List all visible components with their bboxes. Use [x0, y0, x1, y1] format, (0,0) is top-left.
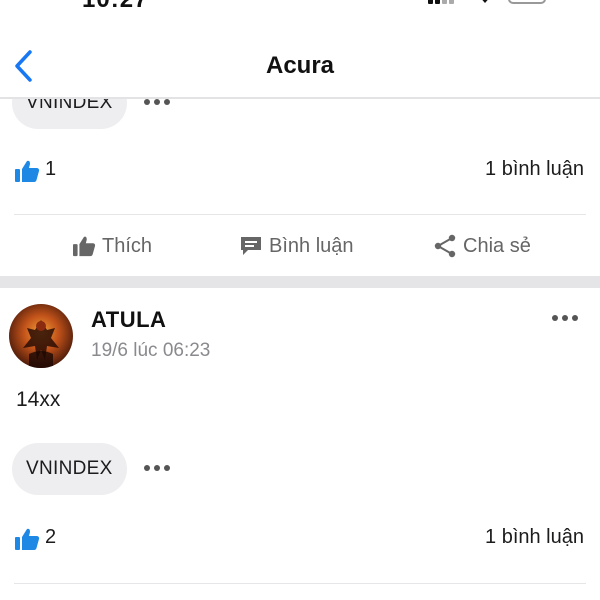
previous-post-stats: 1 1 bình luận — [0, 150, 600, 190]
thumbs-up-icon — [15, 160, 40, 182]
thumbs-up-icon — [15, 528, 40, 550]
comment-count-link[interactable]: 1 bình luận — [485, 526, 584, 549]
share-label: Chia sẻ — [463, 234, 531, 257]
nav-header: Acura — [0, 34, 600, 98]
like-label: Thích — [102, 234, 153, 257]
wifi-icon — [482, 0, 488, 3]
avatar[interactable] — [9, 304, 73, 368]
like-count: 1 — [45, 158, 57, 180]
comment-label: Bình luận — [269, 234, 354, 257]
stock-tag[interactable]: VNINDEX — [12, 99, 127, 129]
share-icon — [434, 234, 456, 258]
like-count: 2 — [45, 526, 57, 548]
post-actions: Thích Bình luận Chia sẻ — [0, 222, 600, 270]
more-icon[interactable] — [144, 465, 170, 471]
previous-post-tag-row: VNINDEX — [0, 99, 600, 129]
divider — [14, 583, 586, 584]
comment-button[interactable]: Bình luận — [239, 222, 354, 270]
author-name[interactable]: ATULA — [91, 307, 166, 333]
status-bar: 10:27 — [0, 0, 600, 14]
post-stats: 2 1 bình luận — [0, 518, 600, 558]
stock-tag[interactable]: VNINDEX — [12, 443, 127, 495]
battery-icon — [508, 0, 546, 4]
like-button[interactable]: Thích — [72, 222, 152, 270]
status-time: 10:27 — [82, 0, 148, 14]
thumbs-up-icon — [73, 236, 96, 257]
post-content: 14xx — [16, 388, 61, 411]
more-icon[interactable] — [552, 315, 578, 321]
signal-icon — [428, 0, 454, 4]
share-button[interactable]: Chia sẻ — [433, 222, 531, 270]
more-icon[interactable] — [144, 99, 170, 105]
divider — [14, 214, 586, 215]
page-title: Acura — [265, 52, 335, 79]
comment-count-link[interactable]: 1 bình luận — [485, 158, 584, 181]
comment-icon — [241, 237, 261, 255]
post-separator — [0, 276, 600, 288]
post-timestamp: 19/6 lúc 06:23 — [91, 340, 211, 361]
